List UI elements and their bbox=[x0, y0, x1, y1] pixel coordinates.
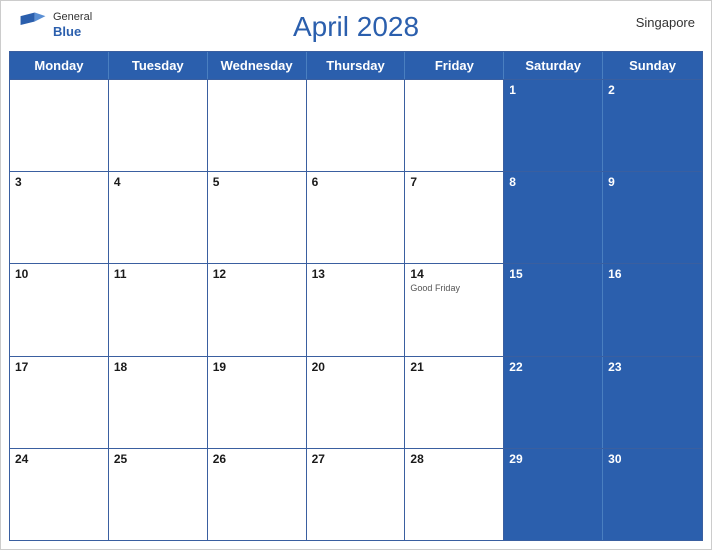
cell-9: 9 bbox=[603, 172, 702, 263]
cell-25: 25 bbox=[109, 449, 208, 540]
week-3: 10 11 12 13 14 Good Friday 15 bbox=[10, 263, 702, 355]
cell-27: 27 bbox=[307, 449, 406, 540]
week-2: 3 4 5 6 7 8 9 bbox=[10, 171, 702, 263]
cell-5: 5 bbox=[208, 172, 307, 263]
cell-empty bbox=[307, 80, 406, 171]
cell-empty bbox=[208, 80, 307, 171]
cell-empty bbox=[109, 80, 208, 171]
cell-empty bbox=[10, 80, 109, 171]
day-header-thursday: Thursday bbox=[307, 52, 406, 79]
cell-2: 2 bbox=[603, 80, 702, 171]
calendar-title: April 2028 bbox=[293, 11, 419, 43]
cell-13: 13 bbox=[307, 264, 406, 355]
cell-15: 15 bbox=[504, 264, 603, 355]
day-header-monday: Monday bbox=[10, 52, 109, 79]
cell-1: 1 bbox=[504, 80, 603, 171]
cell-4: 4 bbox=[109, 172, 208, 263]
cell-30: 30 bbox=[603, 449, 702, 540]
logo-blue: Blue bbox=[53, 24, 92, 40]
cell-28: 28 bbox=[405, 449, 504, 540]
good-friday-label: Good Friday bbox=[410, 283, 498, 294]
day-header-wednesday: Wednesday bbox=[208, 52, 307, 79]
cell-12: 12 bbox=[208, 264, 307, 355]
cell-empty bbox=[405, 80, 504, 171]
cell-8: 8 bbox=[504, 172, 603, 263]
cell-10: 10 bbox=[10, 264, 109, 355]
cell-19: 19 bbox=[208, 357, 307, 448]
calendar-grid: Monday Tuesday Wednesday Thursday Friday… bbox=[9, 51, 703, 541]
logo: General Blue bbox=[17, 9, 92, 41]
cell-23: 23 bbox=[603, 357, 702, 448]
day-header-friday: Friday bbox=[405, 52, 504, 79]
cell-16: 16 bbox=[603, 264, 702, 355]
cell-26: 26 bbox=[208, 449, 307, 540]
cell-24: 24 bbox=[10, 449, 109, 540]
header: General Blue April 2028 Singapore bbox=[1, 1, 711, 47]
day-header-saturday: Saturday bbox=[504, 52, 603, 79]
cell-22: 22 bbox=[504, 357, 603, 448]
cell-18: 18 bbox=[109, 357, 208, 448]
cell-17: 17 bbox=[10, 357, 109, 448]
cell-6: 6 bbox=[307, 172, 406, 263]
week-1: 1 2 bbox=[10, 79, 702, 171]
cell-20: 20 bbox=[307, 357, 406, 448]
day-headers-row: Monday Tuesday Wednesday Thursday Friday… bbox=[10, 52, 702, 79]
cell-14: 14 Good Friday bbox=[405, 264, 504, 355]
country-label: Singapore bbox=[636, 15, 695, 30]
weeks-container: 1 2 3 4 5 6 bbox=[10, 79, 702, 540]
logo-general: General bbox=[53, 11, 92, 24]
cell-11: 11 bbox=[109, 264, 208, 355]
cell-3: 3 bbox=[10, 172, 109, 263]
calendar-page: General Blue April 2028 Singapore Monday… bbox=[0, 0, 712, 550]
day-header-tuesday: Tuesday bbox=[109, 52, 208, 79]
cell-7: 7 bbox=[405, 172, 504, 263]
week-5: 24 25 26 27 28 29 30 bbox=[10, 448, 702, 540]
week-4: 17 18 19 20 21 22 23 bbox=[10, 356, 702, 448]
day-header-sunday: Sunday bbox=[603, 52, 702, 79]
cell-21: 21 bbox=[405, 357, 504, 448]
cell-29: 29 bbox=[504, 449, 603, 540]
